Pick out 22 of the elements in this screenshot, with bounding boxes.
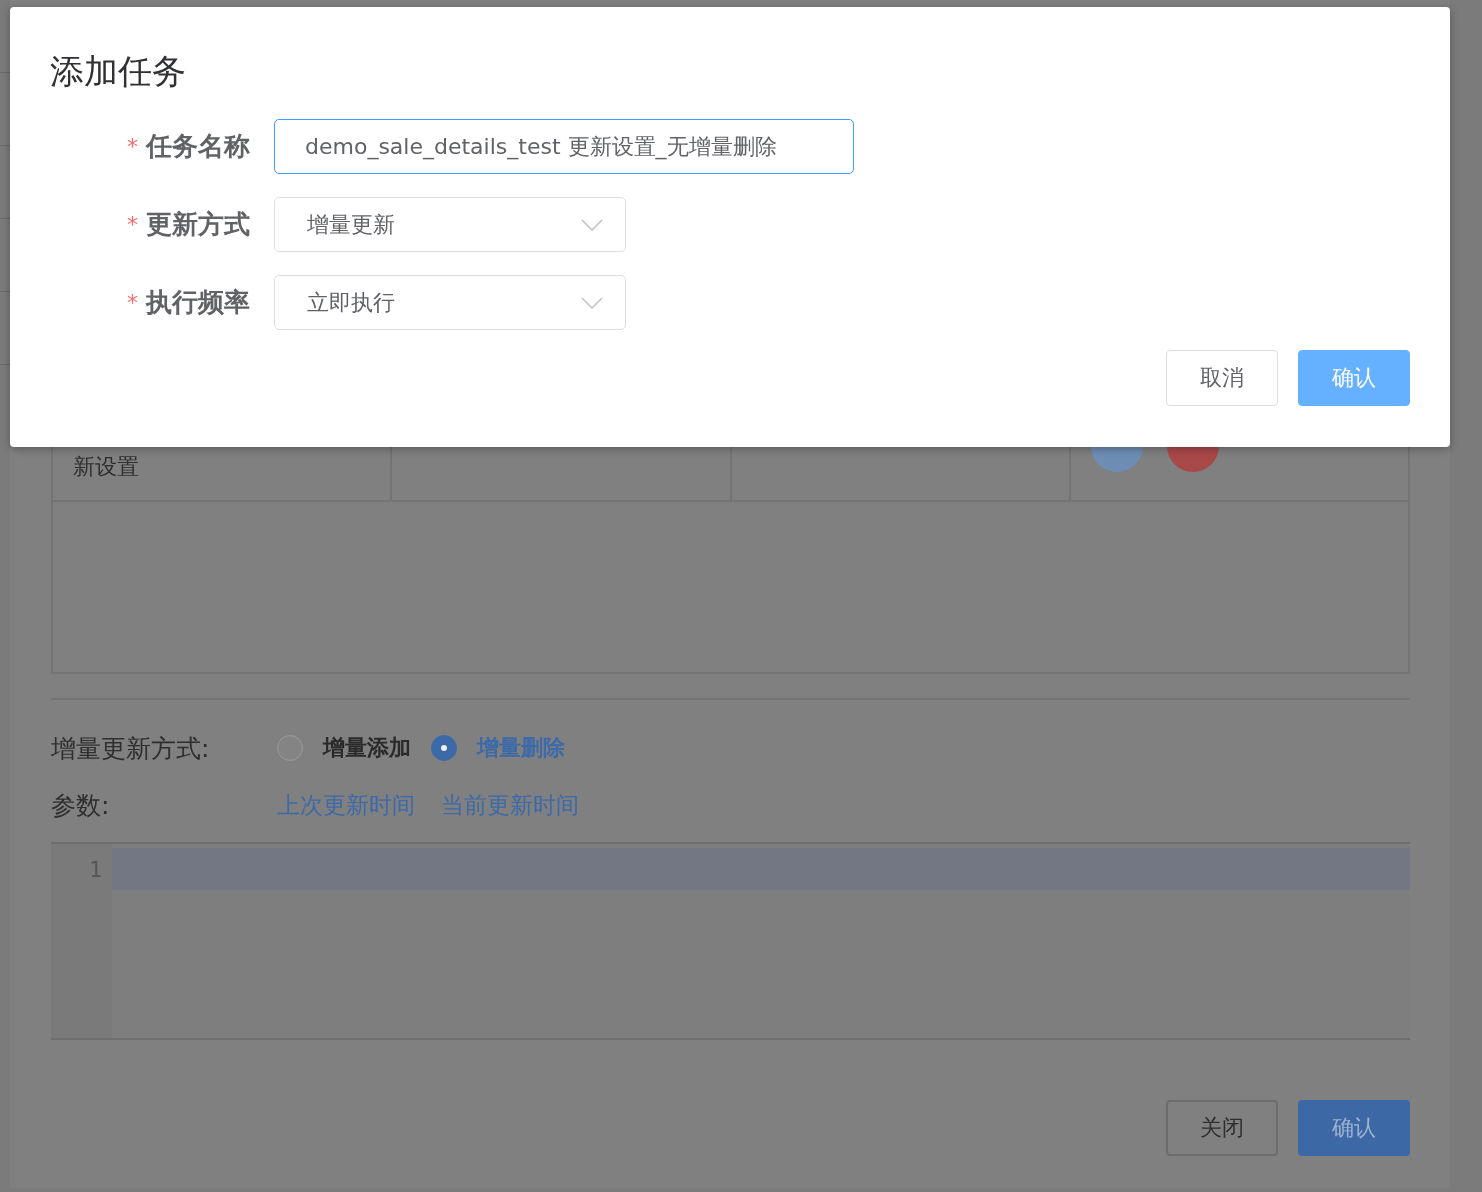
required-mark: * [127, 212, 138, 237]
dialog-title: 添加任务 [50, 51, 187, 91]
table-cell-text: 新设置 [73, 453, 139, 481]
input-field[interactable]: demo_sale_details_test 更新设置_无增量删除 [274, 119, 854, 174]
radio-label[interactable]: 增量添加 [323, 733, 411, 763]
field-label: 执行频率 [146, 286, 250, 319]
confirm-button[interactable]: 确认 [1298, 1100, 1410, 1156]
chevron-down-icon [581, 296, 603, 309]
radio-button[interactable] [277, 735, 303, 761]
field-label: 任务名称 [146, 130, 250, 163]
radio-button[interactable] [431, 735, 457, 761]
cancel-button[interactable]: 取消 [1166, 350, 1278, 406]
required-mark: * [127, 290, 138, 315]
select-field[interactable]: 立即执行 [274, 275, 626, 330]
chevron-down-icon [581, 218, 603, 231]
field-label: 增量更新方式: [51, 732, 211, 765]
confirm-button[interactable]: 确认 [1298, 350, 1410, 406]
close-button[interactable]: 关闭 [1166, 1100, 1278, 1156]
field-label: 参数: [51, 789, 111, 822]
field-label: 更新方式 [146, 208, 250, 241]
select-field[interactable]: 增量更新 [274, 197, 626, 252]
required-mark: * [127, 134, 138, 159]
